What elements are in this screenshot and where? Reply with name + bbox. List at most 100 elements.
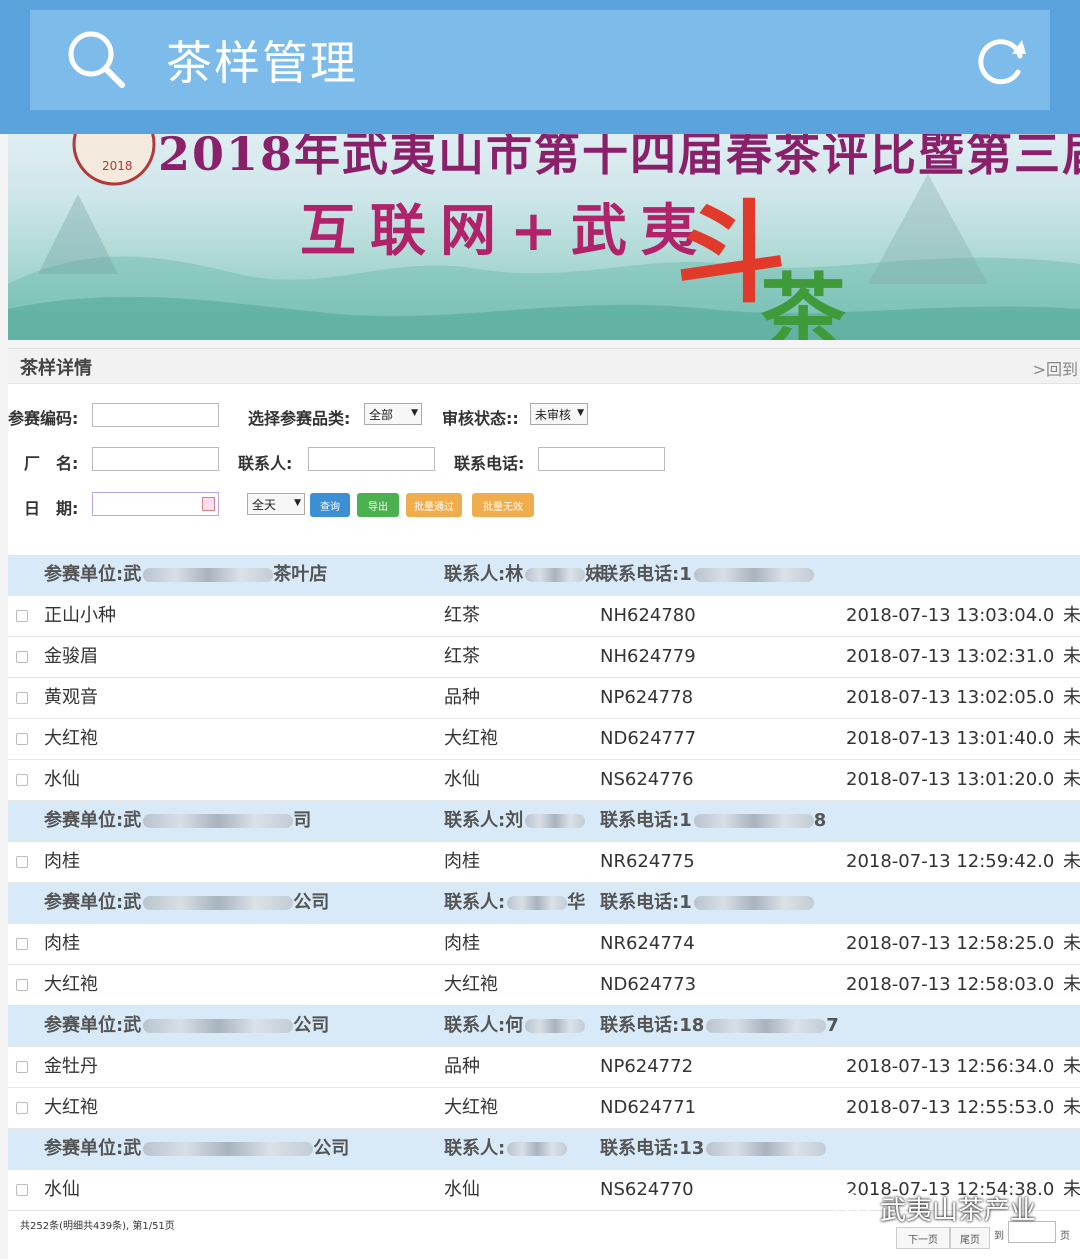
redacted-phone xyxy=(706,1142,827,1156)
status-cell: 未 xyxy=(1063,851,1080,872)
watermark-text: 武夷山茶产业 xyxy=(880,1196,1037,1226)
tea-name-cell: 大红袍 xyxy=(44,728,98,749)
status-cell: 未 xyxy=(1063,687,1080,708)
category-cell: 水仙 xyxy=(444,1179,480,1200)
row-checkbox[interactable] xyxy=(16,979,28,991)
unit-label: 参赛单位: xyxy=(44,564,124,585)
category-cell: 大红袍 xyxy=(444,1097,498,1118)
unit-label: 参赛单位: xyxy=(44,810,124,831)
redacted-unit xyxy=(143,568,274,582)
time-cell: 2018-07-13 12:56:34.0 xyxy=(846,1056,1055,1077)
tea-name-cell: 水仙 xyxy=(44,769,80,790)
phone-cell: 联系电话:18 7 xyxy=(600,1006,839,1046)
code-cell: NP624778 xyxy=(600,687,694,708)
back-link[interactable]: >回到 xyxy=(1033,356,1078,380)
category-cell: 红茶 xyxy=(444,646,480,667)
phone-label: 联系电话: xyxy=(454,454,525,473)
phone-suffix: 7 xyxy=(826,1015,839,1036)
row-checkbox[interactable] xyxy=(16,692,28,704)
category-cell: 水仙 xyxy=(444,769,480,790)
search-icon[interactable] xyxy=(66,29,128,91)
category-cell: 肉桂 xyxy=(444,851,480,872)
category-cell: 大红袍 xyxy=(444,728,498,749)
table-row[interactable]: 水仙 水仙 NS624776 2018-07-13 13:01:20.0 未 xyxy=(8,760,1080,801)
contact-cell: 联系人: xyxy=(444,1129,568,1169)
query-button[interactable]: 查询 xyxy=(310,493,350,517)
factory-input[interactable] xyxy=(92,447,219,471)
table-row[interactable]: 肉桂 肉桂 NR624774 2018-07-13 12:58:25.0 未 xyxy=(8,924,1080,965)
redacted-unit xyxy=(143,1019,294,1033)
code-input[interactable] xyxy=(92,403,219,427)
code-cell: NH624779 xyxy=(600,646,696,667)
table-row[interactable]: 黄观音 品种 NP624778 2018-07-13 13:02:05.0 未 xyxy=(8,678,1080,719)
next-page-button[interactable]: 下一页 xyxy=(896,1227,950,1249)
contact-prefix: 刘 xyxy=(505,810,524,831)
row-checkbox[interactable] xyxy=(16,938,28,950)
phone-prefix: 18 xyxy=(679,1015,705,1036)
row-checkbox[interactable] xyxy=(16,1184,28,1196)
unit-label: 参赛单位: xyxy=(44,892,124,913)
phone-label: 联系电话: xyxy=(600,1138,680,1159)
unit-cell: 参赛单位:武 茶叶店 xyxy=(44,555,327,595)
row-checkbox[interactable] xyxy=(16,733,28,745)
phone-cell: 联系电话:1 8 xyxy=(600,801,826,841)
group-header-row: 参赛单位:武 公司 联系人: 华联系电话:1 xyxy=(8,883,1080,924)
redacted-contact xyxy=(507,896,568,910)
calendar-icon[interactable] xyxy=(202,497,215,511)
table-row[interactable]: 正山小种 红茶 NH624780 2018-07-13 13:03:04.0 未 xyxy=(8,596,1080,637)
time-select[interactable]: 全天 ▼ xyxy=(247,493,305,515)
unit-suffix: 公司 xyxy=(293,1015,330,1036)
batch-pass-button[interactable]: 批量通过 xyxy=(406,493,462,517)
date-input[interactable] xyxy=(92,492,219,516)
svg-text:2018: 2018 xyxy=(102,159,133,173)
status-cell: 未 xyxy=(1063,1179,1080,1200)
time-cell: 2018-07-13 13:03:04.0 xyxy=(846,605,1055,626)
category-cell: 品种 xyxy=(444,1056,480,1077)
time-cell: 2018-07-13 12:55:53.0 xyxy=(846,1097,1055,1118)
redacted-unit xyxy=(143,814,294,828)
unit-suffix: 公司 xyxy=(293,892,330,913)
row-checkbox[interactable] xyxy=(16,1061,28,1073)
last-page-button[interactable]: 尾页 xyxy=(950,1227,990,1249)
contact-prefix: 何 xyxy=(505,1015,524,1036)
category-cell: 大红袍 xyxy=(444,974,498,995)
code-label: 参赛编码: xyxy=(8,409,79,428)
table-row[interactable]: 大红袍 大红袍 ND624777 2018-07-13 13:01:40.0 未 xyxy=(8,719,1080,760)
row-checkbox[interactable] xyxy=(16,774,28,786)
chevron-down-icon: ▼ xyxy=(411,408,418,418)
phone-input[interactable] xyxy=(538,447,665,471)
refresh-icon[interactable] xyxy=(974,32,1030,88)
row-checkbox[interactable] xyxy=(16,1102,28,1114)
redacted-contact xyxy=(525,568,586,582)
status-select[interactable]: 未审核 ▼ xyxy=(530,403,588,425)
redacted-phone xyxy=(693,896,814,910)
search-bar[interactable]: 茶样管理 xyxy=(30,10,1050,110)
row-checkbox[interactable] xyxy=(16,651,28,663)
banner-cha-character: 茶 xyxy=(760,264,846,340)
pagination-summary: 共252条(明细共439条), 第1/51页 xyxy=(20,1221,175,1232)
code-cell: NP624772 xyxy=(600,1056,694,1077)
row-checkbox[interactable] xyxy=(16,610,28,622)
unit-cell: 参赛单位:武 司 xyxy=(44,801,311,841)
chevron-down-icon: ▼ xyxy=(294,498,301,508)
row-checkbox[interactable] xyxy=(16,856,28,868)
code-cell: NS624770 xyxy=(600,1179,694,1200)
contact-label: 联系人: xyxy=(238,454,293,473)
code-cell: NR624774 xyxy=(600,933,695,954)
page-label: 页 xyxy=(1060,1231,1070,1242)
redacted-contact xyxy=(525,1019,586,1033)
category-select[interactable]: 全部 ▼ xyxy=(364,403,422,425)
contact-prefix: 林 xyxy=(505,564,524,585)
contact-input[interactable] xyxy=(308,447,435,471)
table-row[interactable]: 金骏眉 红茶 NH624779 2018-07-13 13:02:31.0 未 xyxy=(8,637,1080,678)
table-row[interactable]: 肉桂 肉桂 NR624775 2018-07-13 12:59:42.0 未 xyxy=(8,842,1080,883)
wechat-icon xyxy=(832,1192,871,1223)
batch-void-button[interactable]: 批量无效 xyxy=(472,493,534,517)
table-row[interactable]: 大红袍 大红袍 ND624773 2018-07-13 12:58:03.0 未 xyxy=(8,965,1080,1006)
table-row[interactable]: 金牡丹 品种 NP624772 2018-07-13 12:56:34.0 未 xyxy=(8,1047,1080,1088)
table-row[interactable]: 大红袍 大红袍 ND624771 2018-07-13 12:55:53.0 未 xyxy=(8,1088,1080,1129)
phone-prefix: 1 xyxy=(679,810,692,831)
time-cell: 2018-07-13 13:02:05.0 xyxy=(846,687,1055,708)
export-button[interactable]: 导出 xyxy=(357,493,399,517)
time-cell: 2018-07-13 12:58:03.0 xyxy=(846,974,1055,995)
